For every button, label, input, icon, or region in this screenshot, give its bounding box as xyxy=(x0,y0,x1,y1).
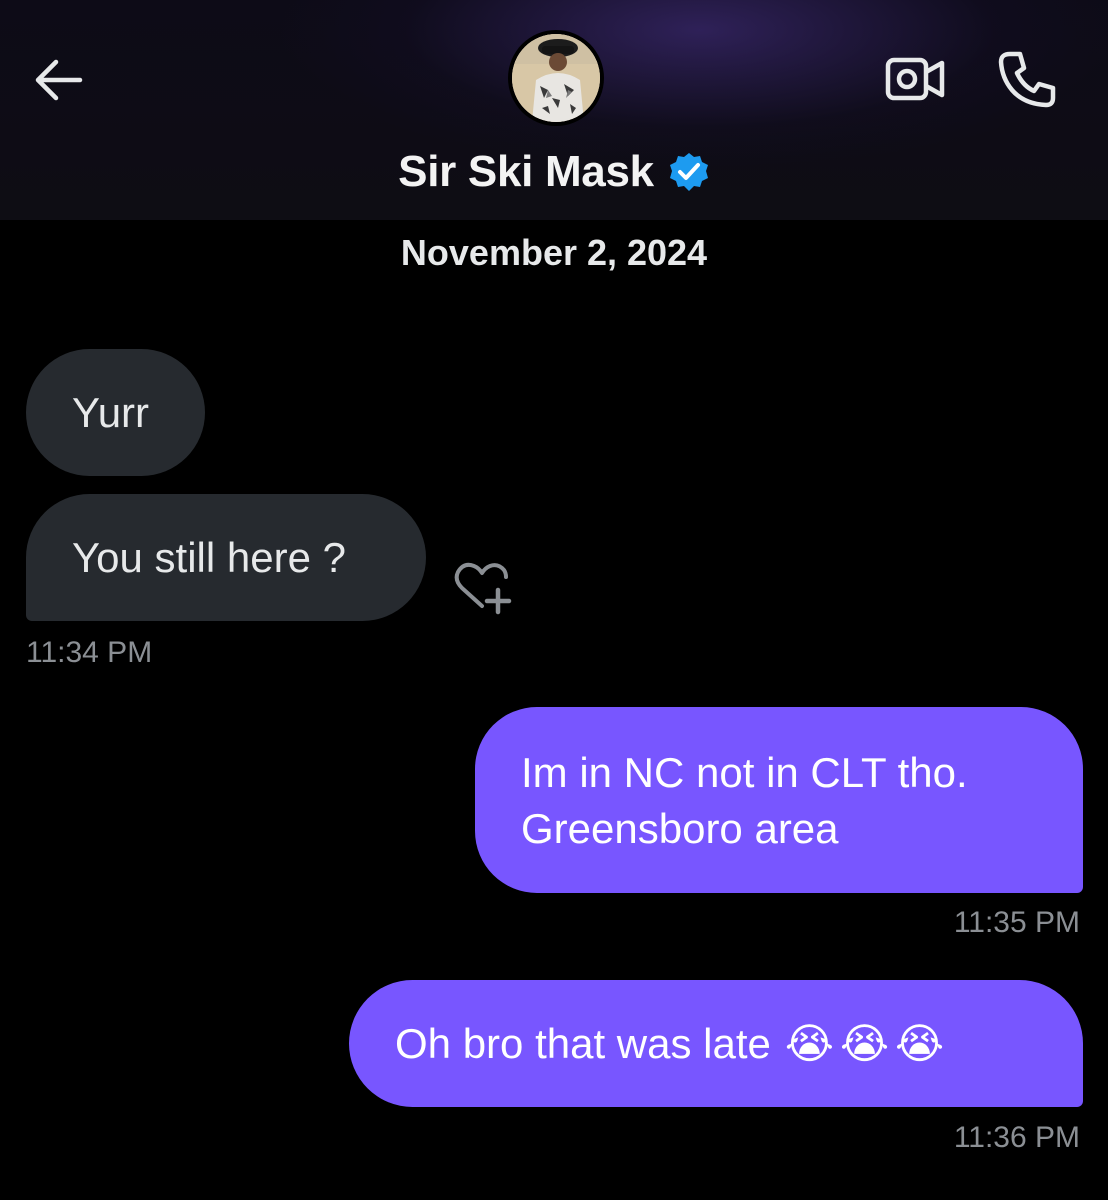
incoming-message[interactable]: You still here ? xyxy=(26,494,426,621)
message-text: Oh bro that was late xyxy=(395,1019,771,1067)
add-reaction-button[interactable] xyxy=(452,560,516,616)
message-text: Im in NC not in CLT tho. Greensboro area xyxy=(521,749,968,852)
message-timestamp: 11:34 PM xyxy=(26,636,153,669)
video-call-button[interactable] xyxy=(884,50,946,108)
conversation-header: Sir Ski Mask xyxy=(0,0,1108,220)
outgoing-message[interactable]: Im in NC not in CLT tho. Greensboro area xyxy=(475,707,1083,893)
heart-plus-icon xyxy=(454,562,512,615)
date-separator: November 2, 2024 xyxy=(400,232,708,273)
crying-emoji-group: 😭😭😭 xyxy=(784,1019,951,1067)
contact-avatar[interactable] xyxy=(508,30,604,126)
avatar-image xyxy=(512,34,600,122)
outgoing-message[interactable]: Oh bro that was late 😭😭😭 xyxy=(349,980,1083,1107)
message-timestamp: 11:35 PM xyxy=(953,906,1080,939)
phone-icon xyxy=(998,51,1056,108)
message-text: Yurr xyxy=(72,388,150,436)
contact-title-row[interactable]: Sir Ski Mask xyxy=(0,142,1108,202)
message-text: You still here ? xyxy=(72,533,346,581)
arrow-left-icon xyxy=(35,59,83,101)
voice-call-button[interactable] xyxy=(996,48,1058,110)
contact-name: Sir Ski Mask xyxy=(398,147,654,196)
back-button[interactable] xyxy=(28,52,88,108)
video-call-icon xyxy=(885,57,945,101)
verified-badge-icon xyxy=(669,153,708,191)
incoming-message[interactable]: Yurr xyxy=(26,349,205,476)
message-timestamp: 11:36 PM xyxy=(953,1121,1080,1154)
